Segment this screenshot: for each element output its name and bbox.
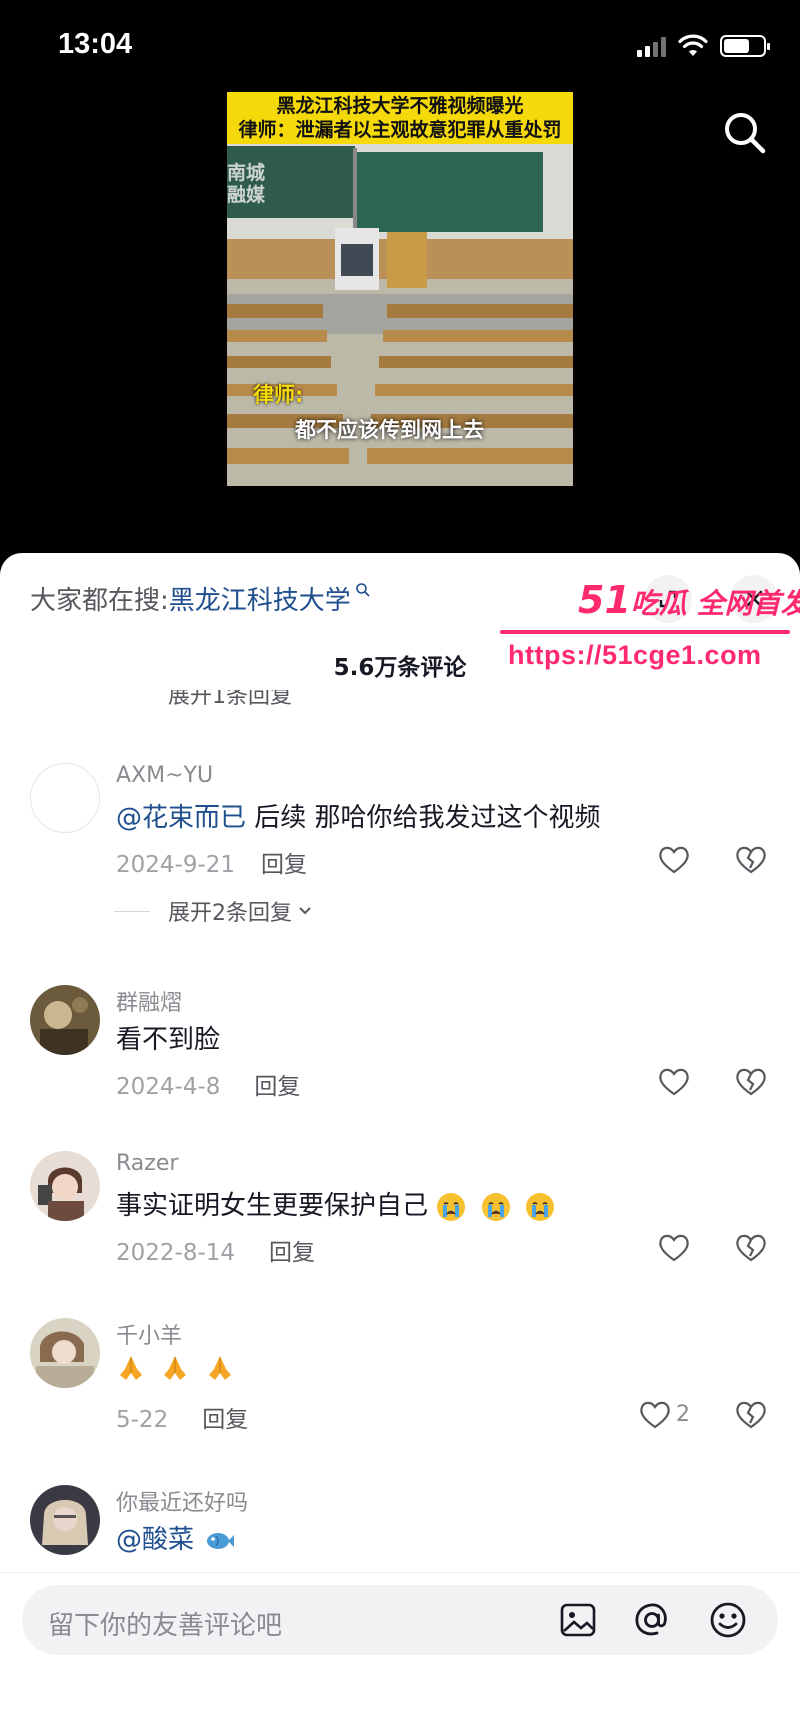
status-time: 13:04 <box>58 28 133 60</box>
status-icons <box>637 34 770 58</box>
search-icon <box>355 583 370 597</box>
close-button[interactable] <box>730 575 778 623</box>
video-banner-line2: 律师：泄漏者以主观故意犯罪从重处罚 <box>238 120 562 141</box>
emoji-icon[interactable] <box>706 1598 750 1642</box>
comment-date: 2022-8-14 <box>116 1240 236 1266</box>
dislike-icon[interactable] <box>734 1231 768 1265</box>
comment-meta: 2024-4-8 回复 <box>116 1067 300 1101</box>
crying-face-icon <box>525 1192 554 1221</box>
reply-button[interactable]: 回复 <box>261 852 307 878</box>
video-channel-logo: 南城 融媒 <box>227 162 266 206</box>
crying-face-icon <box>437 1192 466 1221</box>
comment-meta: 5-22 回复 <box>116 1400 248 1434</box>
comment-date: 5-22 <box>116 1407 169 1433</box>
hot-search[interactable]: 大家都在搜: 黑龙江科技大学 <box>30 580 371 617</box>
avatar[interactable] <box>30 1151 100 1221</box>
wifi-icon <box>678 34 708 56</box>
comment-date: 2024-4-8 <box>116 1074 221 1100</box>
comment-text <box>116 1352 241 1383</box>
comment-username[interactable]: 群融熠 <box>116 985 182 1017</box>
expand-replies[interactable]: 展开2条回复 <box>114 895 314 927</box>
comment-sheet: 大家都在搜: 黑龙江科技大学 5.6万条评论 展开1条回复 AXM~YU @花束… <box>0 553 800 1731</box>
comment-username[interactable]: AXM~YU <box>116 763 213 788</box>
video-banner: 黑龙江科技大学不雅视频曝光 律师：泄漏者以主观故意犯罪从重处罚 <box>227 92 573 144</box>
cellular-signal-icon <box>637 35 666 57</box>
comment-date: 2024-9-21 <box>116 852 236 878</box>
close-icon <box>745 590 763 608</box>
search-icon[interactable] <box>720 108 770 158</box>
comment-username[interactable]: 你最近还好吗 <box>116 1485 248 1517</box>
comment-text: @酸菜 <box>116 1519 242 1556</box>
dislike-icon[interactable] <box>734 1065 768 1099</box>
video-banner-line1: 黑龙江科技大学不雅视频曝光 <box>276 96 524 117</box>
avatar[interactable] <box>30 1485 100 1555</box>
avatar[interactable] <box>30 763 100 833</box>
hot-search-prefix: 大家都在搜: <box>30 586 169 616</box>
hot-search-keyword[interactable]: 黑龙江科技大学 <box>169 580 351 617</box>
expand-replies-label: 展开2条回复 <box>168 901 292 926</box>
fish-icon <box>207 1532 235 1549</box>
watermark-brand-number: 51 <box>578 578 631 622</box>
watermark-divider <box>500 630 790 634</box>
crying-face-icon <box>481 1192 510 1221</box>
reply-button[interactable]: 回复 <box>202 1407 248 1433</box>
praying-hands-icon <box>120 1355 142 1380</box>
comment-input-placeholder: 留下你的友善评论吧 <box>48 1611 283 1641</box>
mention-icon[interactable] <box>630 1598 674 1642</box>
expand-icon <box>659 590 677 608</box>
praying-hands-icon <box>164 1355 187 1380</box>
dislike-icon[interactable] <box>734 843 768 877</box>
expand-replies-label: 展开1条回复 <box>168 684 292 709</box>
fullscreen-button[interactable] <box>644 575 692 623</box>
avatar[interactable] <box>30 985 100 1055</box>
comment-body: 后续 那哈你给我发过这个视频 <box>246 803 601 833</box>
comment-mention[interactable]: @花束而已 <box>116 803 246 833</box>
praying-hands-icon <box>208 1355 231 1380</box>
battery-icon <box>720 35 770 57</box>
like-icon[interactable] <box>657 843 691 877</box>
video-player[interactable]: 黑龙江科技大学不雅视频曝光 律师：泄漏者以主观故意犯罪从重处罚 南城 融媒 律师:… <box>227 92 573 486</box>
comment-body: 看不到脸 <box>116 1025 221 1055</box>
like-icon[interactable] <box>638 1398 672 1432</box>
comment-username[interactable]: Razer <box>116 1151 178 1176</box>
chevron-down-icon <box>299 907 311 915</box>
like-icon[interactable] <box>657 1231 691 1265</box>
reply-button[interactable]: 回复 <box>269 1240 315 1266</box>
avatar[interactable] <box>30 1318 100 1388</box>
dislike-icon[interactable] <box>734 1398 768 1432</box>
comment-meta: 2022-8-14 回复 <box>116 1233 315 1267</box>
comment-input[interactable]: 留下你的友善评论吧 <box>22 1585 778 1655</box>
reply-button[interactable]: 回复 <box>254 1074 300 1100</box>
status-bar: 13:04 <box>0 0 800 96</box>
comment-meta: 2024-9-21 回复 <box>116 845 307 879</box>
comment-mention[interactable]: @酸菜 <box>116 1525 194 1555</box>
image-icon[interactable] <box>556 1598 600 1642</box>
comment-text: @花束而已 后续 那哈你给我发过这个视频 <box>116 797 601 834</box>
comment-count: 5.6万条评论 <box>333 655 467 681</box>
comment-text: 事实证明女生更要保护自己 <box>116 1185 561 1222</box>
comment-input-bar: 留下你的友善评论吧 <box>0 1572 800 1731</box>
like-count: 2 <box>676 1402 690 1427</box>
like-icon[interactable] <box>657 1065 691 1099</box>
comment-body: 事实证明女生更要保护自己 <box>116 1191 429 1221</box>
expand-replies-partial[interactable]: 展开1条回复 <box>168 684 292 710</box>
video-subtitle-label: 律师: <box>253 383 304 407</box>
video-subtitle-text: 都不应该传到网上去 <box>295 418 484 442</box>
comment-username[interactable]: 千小羊 <box>116 1318 182 1350</box>
